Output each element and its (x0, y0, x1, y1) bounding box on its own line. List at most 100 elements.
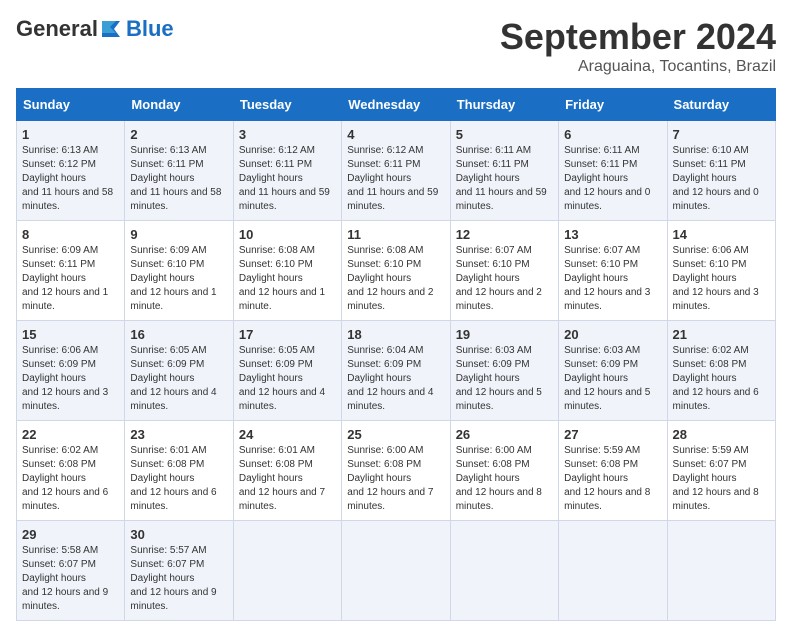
daylight-label: Daylight hours (347, 273, 411, 284)
daylight-label: Daylight hours (130, 473, 194, 484)
day-number: 22 (22, 427, 119, 442)
sunrise-label: Sunrise: 6:08 AM (347, 245, 423, 256)
day-number: 26 (456, 427, 553, 442)
page-header: General Blue September 2024 Araguaina, T… (16, 16, 776, 76)
daylight-label: Daylight hours (22, 473, 86, 484)
table-cell: 30 Sunrise: 5:57 AM Sunset: 6:07 PM Dayl… (125, 521, 233, 621)
sunrise-label: Sunrise: 6:11 AM (564, 145, 639, 156)
daylight-duration: and 12 hours and 1 minute. (239, 287, 325, 312)
daylight-label: Daylight hours (564, 373, 628, 384)
sunrise-label: Sunrise: 6:13 AM (130, 145, 206, 156)
daylight-label: Daylight hours (456, 273, 520, 284)
daylight-label: Daylight hours (22, 173, 86, 184)
sunrise-label: Sunrise: 6:01 AM (239, 445, 315, 456)
day-number: 2 (130, 127, 227, 142)
day-number: 3 (239, 127, 336, 142)
daylight-label: Daylight hours (673, 173, 737, 184)
sunset-label: Sunset: 6:09 PM (564, 359, 638, 370)
sunset-label: Sunset: 6:10 PM (239, 259, 313, 270)
daylight-duration: and 12 hours and 3 minutes. (564, 287, 650, 312)
sunset-label: Sunset: 6:09 PM (22, 359, 96, 370)
day-number: 19 (456, 327, 553, 342)
day-info: Sunrise: 6:03 AM Sunset: 6:09 PM Dayligh… (564, 344, 661, 414)
day-number: 12 (456, 227, 553, 242)
day-info: Sunrise: 6:02 AM Sunset: 6:08 PM Dayligh… (673, 344, 770, 414)
table-cell: 10 Sunrise: 6:08 AM Sunset: 6:10 PM Dayl… (233, 221, 341, 321)
table-cell (233, 521, 341, 621)
day-info: Sunrise: 6:01 AM Sunset: 6:08 PM Dayligh… (239, 444, 336, 514)
calendar-table: Sunday Monday Tuesday Wednesday Thursday… (16, 88, 776, 621)
day-number: 17 (239, 327, 336, 342)
sunset-label: Sunset: 6:07 PM (22, 559, 96, 570)
daylight-label: Daylight hours (673, 473, 737, 484)
day-info: Sunrise: 6:09 AM Sunset: 6:10 PM Dayligh… (130, 244, 227, 314)
day-number: 28 (673, 427, 770, 442)
col-saturday: Saturday (667, 89, 775, 121)
day-number: 20 (564, 327, 661, 342)
daylight-duration: and 12 hours and 1 minute. (22, 287, 108, 312)
sunset-label: Sunset: 6:11 PM (130, 159, 203, 170)
sunrise-label: Sunrise: 6:03 AM (456, 345, 532, 356)
sunset-label: Sunset: 6:07 PM (673, 459, 747, 470)
table-cell: 17 Sunrise: 6:05 AM Sunset: 6:09 PM Dayl… (233, 321, 341, 421)
daylight-duration: and 12 hours and 1 minute. (130, 287, 216, 312)
calendar-body: 1 Sunrise: 6:13 AM Sunset: 6:12 PM Dayli… (17, 121, 776, 621)
day-info: Sunrise: 6:13 AM Sunset: 6:12 PM Dayligh… (22, 144, 119, 214)
table-cell: 13 Sunrise: 6:07 AM Sunset: 6:10 PM Dayl… (559, 221, 667, 321)
sunrise-label: Sunrise: 5:57 AM (130, 545, 206, 556)
day-info: Sunrise: 5:59 AM Sunset: 6:07 PM Dayligh… (673, 444, 770, 514)
daylight-duration: and 11 hours and 58 minutes. (130, 187, 221, 212)
table-cell: 12 Sunrise: 6:07 AM Sunset: 6:10 PM Dayl… (450, 221, 558, 321)
table-cell: 2 Sunrise: 6:13 AM Sunset: 6:11 PM Dayli… (125, 121, 233, 221)
table-cell: 11 Sunrise: 6:08 AM Sunset: 6:10 PM Dayl… (342, 221, 450, 321)
daylight-duration: and 11 hours and 59 minutes. (347, 187, 438, 212)
table-cell: 23 Sunrise: 6:01 AM Sunset: 6:08 PM Dayl… (125, 421, 233, 521)
day-number: 4 (347, 127, 444, 142)
sunrise-label: Sunrise: 5:58 AM (22, 545, 98, 556)
daylight-label: Daylight hours (22, 573, 86, 584)
sunset-label: Sunset: 6:09 PM (456, 359, 530, 370)
table-cell: 4 Sunrise: 6:12 AM Sunset: 6:11 PM Dayli… (342, 121, 450, 221)
daylight-label: Daylight hours (673, 273, 737, 284)
col-sunday: Sunday (17, 89, 125, 121)
daylight-label: Daylight hours (456, 373, 520, 384)
sunset-label: Sunset: 6:10 PM (456, 259, 530, 270)
day-info: Sunrise: 6:12 AM Sunset: 6:11 PM Dayligh… (347, 144, 444, 214)
header-row: Sunday Monday Tuesday Wednesday Thursday… (17, 89, 776, 121)
day-number: 16 (130, 327, 227, 342)
sunrise-label: Sunrise: 6:06 AM (673, 245, 749, 256)
table-cell: 18 Sunrise: 6:04 AM Sunset: 6:09 PM Dayl… (342, 321, 450, 421)
day-info: Sunrise: 6:00 AM Sunset: 6:08 PM Dayligh… (347, 444, 444, 514)
sunset-label: Sunset: 6:10 PM (347, 259, 421, 270)
month-title: September 2024 (500, 16, 776, 58)
daylight-label: Daylight hours (130, 373, 194, 384)
sunset-label: Sunset: 6:08 PM (456, 459, 530, 470)
table-cell: 15 Sunrise: 6:06 AM Sunset: 6:09 PM Dayl… (17, 321, 125, 421)
daylight-duration: and 12 hours and 7 minutes. (347, 487, 433, 512)
sunrise-label: Sunrise: 6:12 AM (347, 145, 423, 156)
daylight-duration: and 12 hours and 7 minutes. (239, 487, 325, 512)
sunrise-label: Sunrise: 6:09 AM (22, 245, 98, 256)
logo-icon (100, 19, 124, 39)
sunrise-label: Sunrise: 6:07 AM (456, 245, 532, 256)
sunset-label: Sunset: 6:10 PM (673, 259, 747, 270)
sunrise-label: Sunrise: 6:00 AM (347, 445, 423, 456)
sunset-label: Sunset: 6:07 PM (130, 559, 204, 570)
title-block: September 2024 Araguaina, Tocantins, Bra… (500, 16, 776, 76)
table-cell: 14 Sunrise: 6:06 AM Sunset: 6:10 PM Dayl… (667, 221, 775, 321)
day-number: 21 (673, 327, 770, 342)
day-number: 15 (22, 327, 119, 342)
day-number: 25 (347, 427, 444, 442)
table-cell: 25 Sunrise: 6:00 AM Sunset: 6:08 PM Dayl… (342, 421, 450, 521)
daylight-duration: and 12 hours and 4 minutes. (347, 387, 433, 412)
sunset-label: Sunset: 6:09 PM (130, 359, 204, 370)
logo-general: General (16, 16, 98, 42)
day-info: Sunrise: 6:03 AM Sunset: 6:09 PM Dayligh… (456, 344, 553, 414)
sunrise-label: Sunrise: 6:08 AM (239, 245, 315, 256)
day-info: Sunrise: 6:11 AM Sunset: 6:11 PM Dayligh… (564, 144, 661, 214)
day-info: Sunrise: 6:12 AM Sunset: 6:11 PM Dayligh… (239, 144, 336, 214)
sunrise-label: Sunrise: 6:09 AM (130, 245, 206, 256)
daylight-label: Daylight hours (22, 273, 86, 284)
daylight-label: Daylight hours (239, 473, 303, 484)
day-info: Sunrise: 6:02 AM Sunset: 6:08 PM Dayligh… (22, 444, 119, 514)
